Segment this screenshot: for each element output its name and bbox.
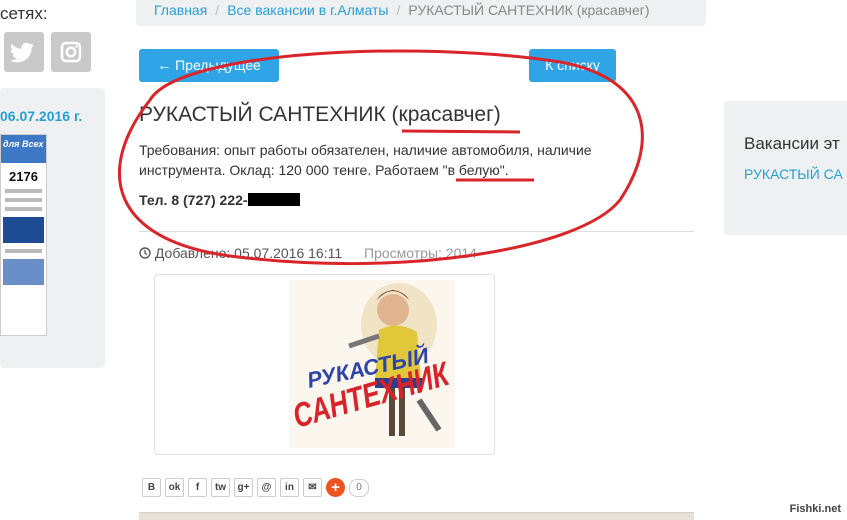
newspaper-line	[5, 249, 42, 253]
related-link[interactable]: РУКАСТЫЙ СА (красавчег)	[744, 164, 847, 184]
share-count: 0	[349, 479, 369, 497]
share-twitter-button[interactable]: tw	[211, 478, 230, 497]
newspaper-header: для Всех	[1, 135, 46, 163]
clock-icon	[139, 245, 151, 261]
added-date: Добавлено: 05.07.2016 16:11	[154, 245, 343, 261]
breadcrumb-current: РУКАСТЫЙ САНТЕХНИК (красавчег)	[408, 2, 650, 18]
newspaper-line	[5, 189, 42, 193]
breadcrumb-separator: /	[396, 2, 401, 18]
issue-date[interactable]: 06.07.2016 г.	[0, 108, 82, 124]
share-mail-button[interactable]: @	[257, 478, 276, 497]
share-blogger-button[interactable]: B	[142, 478, 161, 497]
post-meta: Добавлено: 05.07.2016 16:11 Просмотры: 2…	[139, 245, 477, 261]
previous-button[interactable]: ← Предыдущее	[139, 49, 279, 82]
breadcrumb-separator: /	[215, 2, 220, 18]
breadcrumb-vacancies[interactable]: Все вакансии в г.Алматы	[227, 2, 388, 18]
newspaper-block	[3, 259, 44, 285]
share-facebook-button[interactable]: f	[188, 478, 207, 497]
divider	[139, 231, 694, 232]
share-googleplus-button[interactable]: g+	[234, 478, 253, 497]
job-image-frame[interactable]: РУКАСТЫЙ САНТЕХНИК	[154, 274, 495, 455]
redaction-bar	[247, 193, 300, 206]
related-vacancies-panel: Вакансии эт РУКАСТЫЙ СА (красавчег)	[724, 101, 847, 235]
share-linkedin-button[interactable]: in	[280, 478, 299, 497]
annotation-underline	[401, 129, 521, 134]
view-count: Просмотры: 2014	[364, 245, 477, 261]
share-more-button[interactable]: +	[326, 478, 345, 497]
breadcrumb-home[interactable]: Главная	[154, 2, 207, 18]
twitter-icon[interactable]	[4, 32, 44, 72]
share-email-button[interactable]: ✉	[303, 478, 322, 497]
job-description: Требования: опыт работы обязателен, нали…	[139, 142, 592, 178]
left-sidebar: сетях: 06.07.2016 г. для Всех 2176	[0, 0, 105, 519]
breadcrumb: Главная / Все вакансии в г.Алматы / РУКАСТЫЙ…	[136, 0, 706, 26]
phone-text: Тел. 8 (727) 222-	[139, 192, 248, 208]
newspaper-number: 2176	[9, 169, 38, 184]
plumber-poster-image: РУКАСТЫЙ САНТЕХНИК	[289, 280, 455, 448]
share-odnoklassniki-button[interactable]: ok	[165, 478, 184, 497]
instagram-icon[interactable]	[51, 32, 91, 72]
newspaper-block	[3, 217, 44, 243]
newspaper-line	[5, 198, 42, 202]
watermark: Fishki.net	[789, 503, 841, 515]
job-title: РУКАСТЫЙ САНТЕХНИК (красавчег)	[139, 103, 501, 126]
related-title: Вакансии эт	[744, 134, 840, 153]
newspaper-line	[5, 207, 42, 211]
newspaper-thumbnail[interactable]: для Всех 2176	[0, 134, 47, 336]
phone-number: Тел. 8 (727) 222-	[139, 192, 300, 208]
back-to-list-button[interactable]: К списку	[529, 49, 616, 82]
social-title: сетях:	[0, 4, 48, 23]
